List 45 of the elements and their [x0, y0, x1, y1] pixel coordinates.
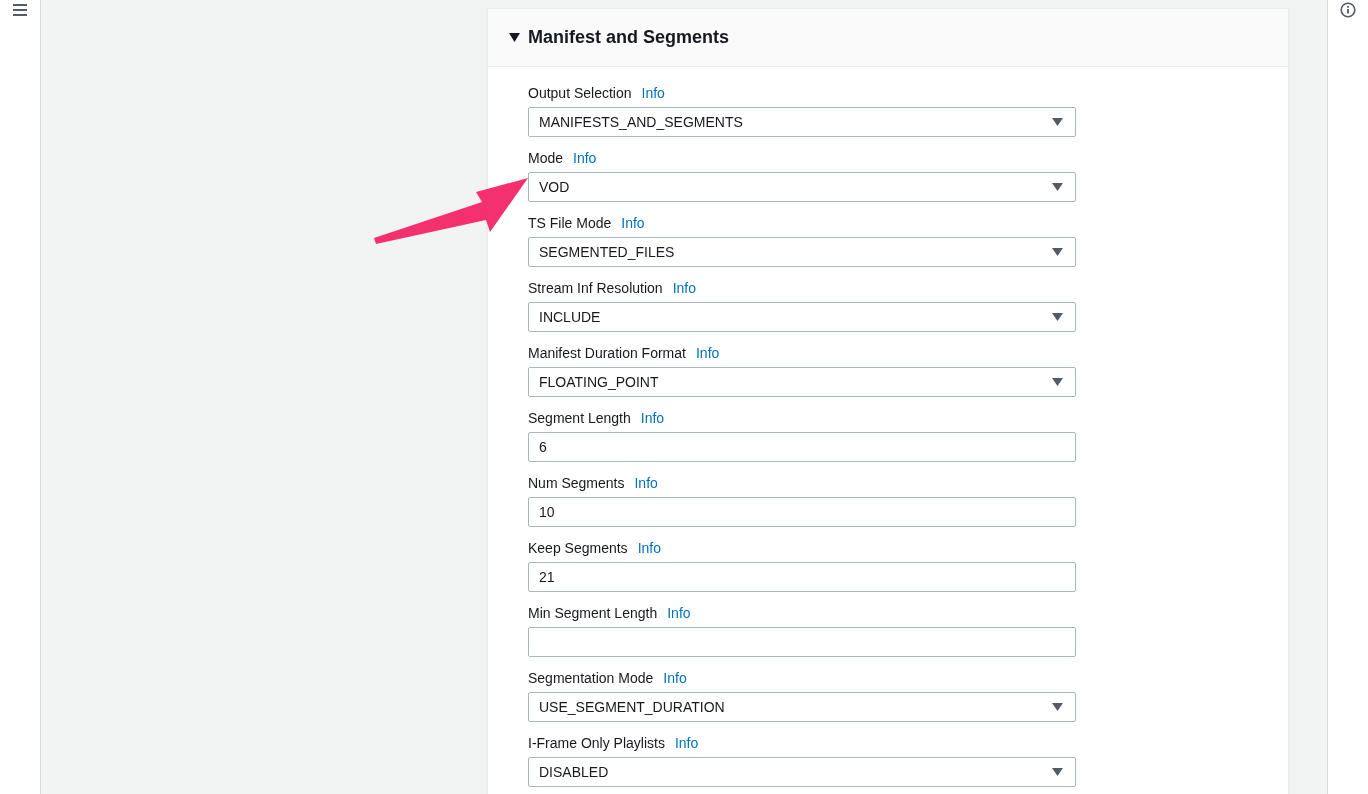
select-dropdown[interactable]: INCLUDE [528, 302, 1076, 332]
select-dropdown[interactable]: FLOATING_POINT [528, 367, 1076, 397]
caret-icon [509, 33, 520, 42]
info-link[interactable]: Info [663, 670, 687, 686]
field-label: Num Segments [528, 475, 625, 491]
info-link[interactable]: Info [637, 540, 661, 556]
dropdown-caret-icon [1052, 768, 1063, 776]
menu-icon[interactable] [13, 4, 27, 16]
info-link[interactable]: Info [674, 735, 699, 751]
dropdown-caret-icon [1052, 703, 1063, 711]
field-label: Segmentation Mode [528, 670, 654, 686]
info-link[interactable]: Info [667, 605, 691, 621]
field-label: I-Frame Only Playlists [528, 735, 665, 751]
select-dropdown[interactable]: MANIFESTS_AND_SEGMENTS [528, 107, 1076, 137]
dropdown-caret-icon [1052, 248, 1063, 256]
info-link[interactable]: Info [621, 215, 645, 231]
info-link[interactable]: Info [672, 280, 696, 296]
info-icon[interactable] [1340, 2, 1356, 18]
info-link[interactable]: Info [640, 410, 665, 426]
dropdown-caret-icon [1052, 183, 1063, 191]
info-link[interactable]: Info [573, 150, 597, 166]
dropdown-caret-icon [1052, 118, 1063, 126]
info-link[interactable]: Info [695, 345, 720, 361]
field-label: Segment Length [528, 410, 631, 426]
select-dropdown[interactable]: USE_SEGMENT_DURATION [528, 692, 1076, 722]
field-label: Stream Inf Resolution [528, 280, 663, 296]
info-link[interactable]: Info [641, 85, 665, 101]
field-label: Mode [528, 150, 564, 166]
info-link[interactable]: Info [634, 475, 658, 491]
field-label: Output Selection [528, 85, 632, 101]
select-dropdown[interactable]: VOD [528, 172, 1076, 202]
field-label: TS File Mode [528, 215, 612, 231]
section-header[interactable]: Manifest and Segments [488, 9, 1288, 67]
field-label: Min Segment Length [528, 605, 658, 621]
input-field[interactable]: 21 [528, 562, 1076, 592]
input-field[interactable]: 10 [528, 497, 1076, 527]
select-dropdown[interactable]: DISABLED [528, 757, 1076, 787]
field-label: Manifest Duration Format [528, 345, 686, 361]
input-field[interactable]: 6 [528, 432, 1076, 462]
select-dropdown[interactable]: SEGMENTED_FILES [528, 237, 1076, 267]
dropdown-caret-icon [1052, 313, 1063, 321]
field-label: Keep Segments [528, 540, 628, 556]
dropdown-caret-icon [1052, 378, 1063, 386]
section-title: Manifest and Segments [528, 27, 730, 48]
input-field[interactable] [528, 627, 1076, 657]
